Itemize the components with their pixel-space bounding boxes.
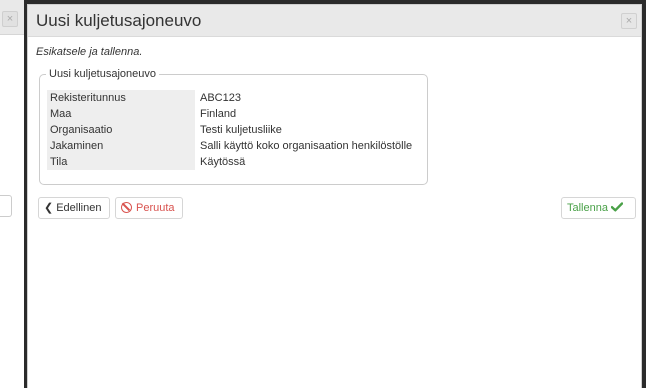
vehicle-summary-fieldset: Uusi kuljetusajoneuvo Rekisteritunnus AB…: [39, 68, 428, 185]
table-row: Organisaatio Testi kuljetusliike: [47, 122, 412, 138]
chevron-left-icon: ❮: [44, 202, 54, 215]
dialog-header: Uusi kuljetusajoneuvo ×: [28, 5, 641, 37]
table-row: Maa Finland: [47, 106, 412, 122]
dialog-title: Uusi kuljetusajoneuvo: [36, 11, 202, 30]
previous-button-label: Edellinen: [56, 202, 102, 214]
row-label-country: Maa: [47, 106, 195, 122]
ban-icon: [121, 201, 132, 213]
background-window: ×: [0, 0, 24, 388]
background-button[interactable]: [0, 195, 12, 217]
row-value-status: Käytössä: [200, 156, 246, 168]
cancel-button-label: Peruuta: [136, 202, 175, 214]
row-value-country: Finland: [200, 108, 237, 120]
row-label-registration: Rekisteritunnus: [47, 90, 195, 106]
close-icon[interactable]: ×: [621, 13, 637, 29]
background-close-icon[interactable]: ×: [2, 11, 18, 27]
save-button-label: Tallenna: [567, 202, 608, 214]
row-label-organization: Organisaatio: [47, 122, 195, 138]
background-window-header: ×: [0, 0, 24, 35]
table-row: Rekisteritunnus ABC123: [47, 90, 412, 106]
table-row: Jakaminen Salli käyttö koko organisaatio…: [47, 138, 412, 154]
fieldset-legend: Uusi kuljetusajoneuvo: [46, 68, 160, 80]
row-value-sharing: Salli käyttö koko organisaation henkilös…: [200, 140, 413, 152]
row-label-status: Tila: [47, 154, 195, 170]
table-row: Tila Käytössä: [47, 154, 412, 170]
row-label-sharing: Jakaminen: [47, 138, 195, 154]
previous-button[interactable]: ❮ Edellinen: [38, 197, 110, 219]
checkmark-icon: [610, 202, 623, 212]
row-value-registration: ABC123: [200, 92, 241, 104]
new-vehicle-dialog: Uusi kuljetusajoneuvo × Esikatsele ja ta…: [27, 4, 642, 388]
vehicle-details-table: Rekisteritunnus ABC123 Maa Finland Organ…: [47, 90, 412, 170]
instructions-text: Esikatsele ja tallenna.: [36, 46, 143, 58]
row-value-organization: Testi kuljetusliike: [200, 124, 282, 136]
cancel-button[interactable]: Peruuta: [115, 197, 183, 219]
save-button[interactable]: Tallenna: [561, 197, 636, 219]
